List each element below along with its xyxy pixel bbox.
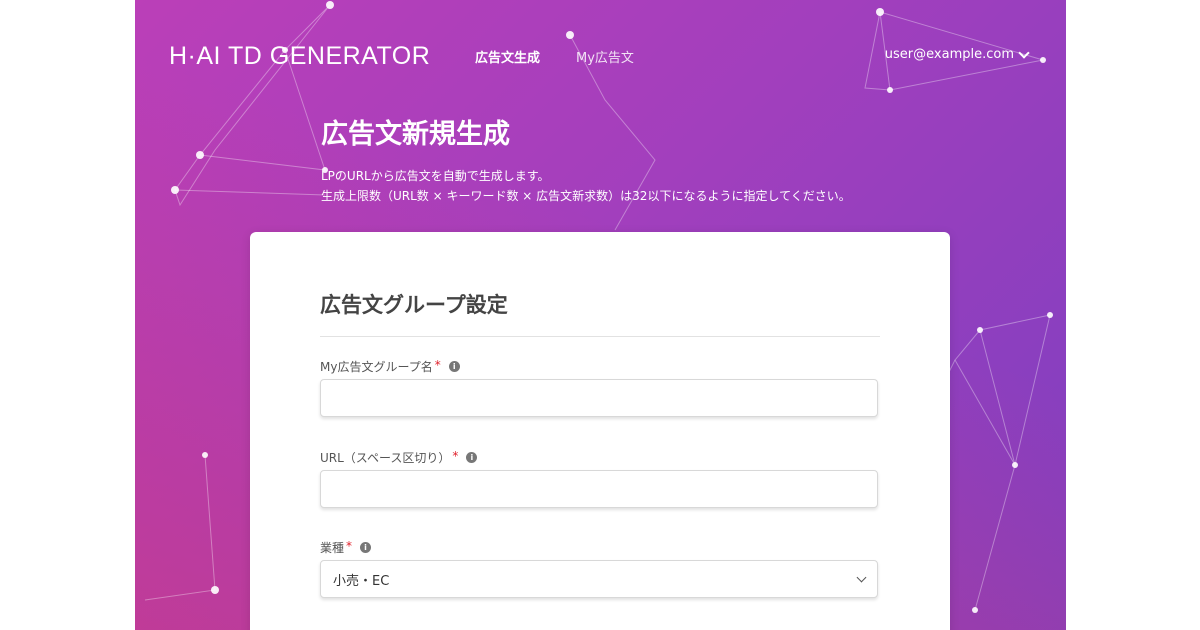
- page-title: 広告文新規生成: [321, 119, 510, 150]
- app-logo[interactable]: H·AI TD GENERATOR: [169, 42, 430, 71]
- url-label: URL（スペース区切り） * i: [320, 448, 478, 466]
- group-name-label-text: My広告文グループ名: [320, 360, 433, 374]
- url-input[interactable]: [320, 470, 878, 508]
- nav-tab-generate[interactable]: 広告文生成: [475, 47, 540, 66]
- user-menu[interactable]: user@example.com: [884, 46, 1030, 62]
- chevron-down-icon: [1018, 46, 1030, 59]
- required-mark: *: [346, 538, 353, 553]
- page-description: LPのURLから広告文を自動で生成します。 生成上限数（URL数 × キーワード…: [321, 166, 851, 206]
- section-divider: [320, 336, 880, 337]
- nav-tab-my-ads[interactable]: My広告文: [576, 47, 634, 66]
- group-name-input[interactable]: [320, 379, 878, 417]
- info-icon[interactable]: i: [360, 542, 372, 553]
- hero-background: H·AI TD GENERATOR 広告文生成 My広告文 user@examp…: [135, 0, 1066, 630]
- description-line-2: 生成上限数（URL数 × キーワード数 × 広告文新求数）は32以下になるように…: [321, 189, 851, 203]
- required-mark: *: [452, 448, 459, 463]
- main-nav: 広告文生成 My広告文: [475, 47, 634, 66]
- user-email: user@example.com: [884, 47, 1014, 62]
- group-name-label: My広告文グループ名 * i: [320, 358, 460, 375]
- industry-label-text: 業種: [320, 541, 345, 555]
- form-card: 広告文グループ設定 My広告文グループ名 * i URL（スペース区切り） * …: [250, 232, 950, 630]
- description-line-1: LPのURLから広告文を自動で生成します。: [321, 169, 550, 183]
- chevron-down-icon: [856, 572, 867, 582]
- section-title: 広告文グループ設定: [320, 293, 508, 317]
- required-mark: *: [434, 357, 441, 372]
- industry-selected-value: 小売・EC: [333, 573, 390, 589]
- info-icon[interactable]: i: [448, 361, 460, 372]
- industry-select[interactable]: 小売・EC: [320, 560, 878, 598]
- industry-label: 業種 * i: [320, 538, 372, 556]
- info-icon[interactable]: i: [466, 452, 478, 463]
- url-label-text: URL（スペース区切り）: [320, 451, 451, 465]
